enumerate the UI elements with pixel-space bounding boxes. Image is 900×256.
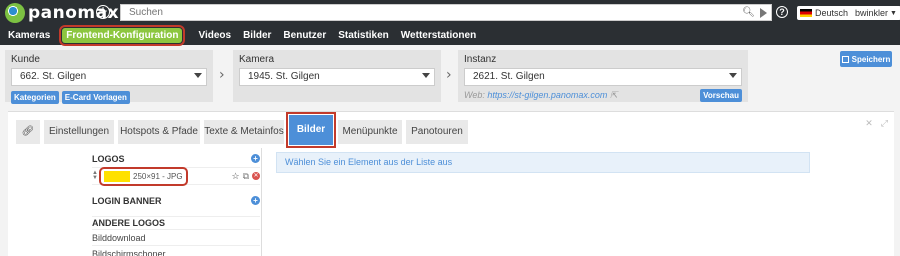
tab-menuepunkte[interactable]: Menüpunkte — [338, 120, 402, 144]
other-logos-title: ANDERE LOGOS — [92, 218, 166, 228]
tab-texte-metainfos[interactable]: Texte & Metainfos — [204, 120, 284, 144]
play-icon[interactable] — [760, 8, 767, 18]
logo-thumbnail-box[interactable]: 250×91 - JPG — [99, 166, 188, 186]
info-message: Wählen Sie ein Element aus der Liste aus — [276, 152, 810, 173]
chevron-down-icon — [194, 73, 202, 78]
web-link[interactable]: https://st-gilgen.panomax.com — [487, 90, 607, 100]
ecard-vorlagen-button[interactable]: E-Card Vorlagen — [61, 91, 130, 104]
kamera-dropdown[interactable]: 1945. St. Gilgen — [239, 68, 435, 86]
kamera-value: 1945. St. Gilgen — [248, 71, 320, 82]
top-header: panomax + 🔍︎ ? Deutsch ▼ bwinkler ▼ — [0, 0, 900, 26]
logo-info: 250×91 - JPG — [133, 171, 183, 181]
list-item-bildschirmschoner[interactable]: Bildschirmschoner — [92, 245, 260, 256]
logos-header: LOGOS + — [92, 152, 260, 165]
chevron-down-icon: ▼ — [890, 9, 897, 17]
instanz-label: Instanz — [464, 54, 497, 65]
user-name: bwinkler — [855, 8, 889, 18]
tab-bilder[interactable]: Bilder — [286, 112, 336, 148]
copy-icon[interactable]: ⧉ — [243, 171, 249, 182]
login-banner-title: LOGIN BANNER — [92, 195, 162, 206]
logos-title: LOGOS — [92, 153, 125, 164]
login-banner-header: LOGIN BANNER + — [92, 194, 260, 207]
reorder-icon[interactable]: ▲ ▼ — [92, 170, 98, 181]
main-nav: Kameras Frontend-Konfiguration Videos Bi… — [0, 25, 900, 46]
save-label: Speichern — [851, 54, 891, 64]
external-link-icon[interactable]: ⇱ — [610, 90, 618, 100]
tab-link[interactable]: 🔗︎ — [16, 120, 40, 144]
kamera-selector: Kamera 1945. St. Gilgen — [233, 50, 441, 102]
search-icon[interactable]: 🔍︎ — [742, 7, 755, 18]
add-logo-icon[interactable]: + — [251, 154, 260, 163]
search-bar: 🔍︎ — [120, 4, 772, 21]
nav-item-kameras[interactable]: Kameras — [4, 28, 54, 43]
user-menu[interactable]: bwinkler ▼ — [851, 6, 900, 20]
search-input[interactable] — [121, 5, 771, 20]
left-pane: LOGOS + ▲ ▼ 250×91 - JPG ☆ ⧉ ✕ LOGIN BANN… — [8, 148, 262, 256]
other-logos-header: ANDERE LOGOS — [92, 216, 260, 229]
kamera-label: Kamera — [239, 54, 275, 65]
vorschau-button[interactable]: Vorschau — [700, 89, 742, 102]
kunde-label: Kunde — [11, 54, 40, 65]
nav-item-bilder[interactable]: Bilder — [239, 28, 275, 43]
tab-einstellungen[interactable]: Einstellungen — [44, 120, 114, 144]
instanz-selector: Instanz 2621. St. Gilgen Web: https://st… — [458, 50, 748, 102]
german-flag-icon — [800, 9, 812, 17]
logo-thumbnail — [104, 170, 130, 182]
instanz-value: 2621. St. Gilgen — [473, 71, 545, 82]
list-item-logo[interactable]: ▲ ▼ 250×91 - JPG ☆ ⧉ ✕ — [92, 166, 260, 186]
instanz-dropdown[interactable]: 2621. St. Gilgen — [464, 68, 742, 86]
chevron-down-icon — [422, 73, 430, 78]
nav-item-statistiken[interactable]: Statistiken — [334, 28, 393, 43]
expand-icon[interactable]: ⤢ — [881, 118, 888, 129]
selector-panel: Kunde 662. St. Gilgen Kategorien E-Card … — [5, 50, 835, 104]
image-list: LOGOS + ▲ ▼ 250×91 - JPG ☆ ⧉ ✕ LOGIN BANN… — [92, 152, 260, 256]
tab-panotouren[interactable]: Panotouren — [406, 120, 468, 144]
delete-icon[interactable]: ✕ — [252, 172, 260, 180]
add-icon[interactable]: + — [96, 5, 110, 19]
add-banner-icon[interactable]: + — [251, 196, 260, 205]
nav-item-videos[interactable]: Videos — [194, 28, 235, 43]
kategorien-button[interactable]: Kategorien — [11, 91, 59, 104]
web-link-row: Web: https://st-gilgen.panomax.com ⇱ Vor… — [464, 89, 742, 102]
nav-item-wetterstationen[interactable]: Wetterstationen — [397, 28, 480, 43]
chevron-down-icon — [729, 73, 737, 78]
link-icon: 🔗︎ — [21, 126, 35, 137]
save-button[interactable]: Speichern — [840, 51, 892, 67]
floppy-disk-icon — [841, 55, 849, 63]
close-icon[interactable]: ✕ — [865, 118, 873, 129]
nav-item-benutzer[interactable]: Benutzer — [279, 28, 330, 43]
nav-item-frontend-konfiguration[interactable]: Frontend-Konfiguration — [59, 25, 186, 46]
language-label: Deutsch — [815, 8, 849, 18]
tab-bar: 🔗︎ Einstellungen Hotspots & Pfade Texte … — [8, 111, 894, 148]
chevron-right-icon: › — [219, 67, 225, 83]
list-item-bilddownload[interactable]: Bilddownload — [92, 229, 260, 245]
web-label: Web: — [464, 90, 485, 100]
logo-icon — [5, 3, 25, 23]
kunde-selector: Kunde 662. St. Gilgen Kategorien E-Card … — [5, 50, 213, 104]
kunde-dropdown[interactable]: 662. St. Gilgen — [11, 68, 207, 86]
tab-hotspots-pfade[interactable]: Hotspots & Pfade — [118, 120, 200, 144]
content-area: LOGOS + ▲ ▼ 250×91 - JPG ☆ ⧉ ✕ LOGIN BANN… — [8, 148, 894, 256]
kunde-value: 662. St. Gilgen — [20, 71, 87, 82]
help-icon[interactable]: ? — [776, 6, 788, 18]
star-icon[interactable]: ☆ — [231, 171, 239, 182]
chevron-right-icon: › — [446, 67, 452, 83]
